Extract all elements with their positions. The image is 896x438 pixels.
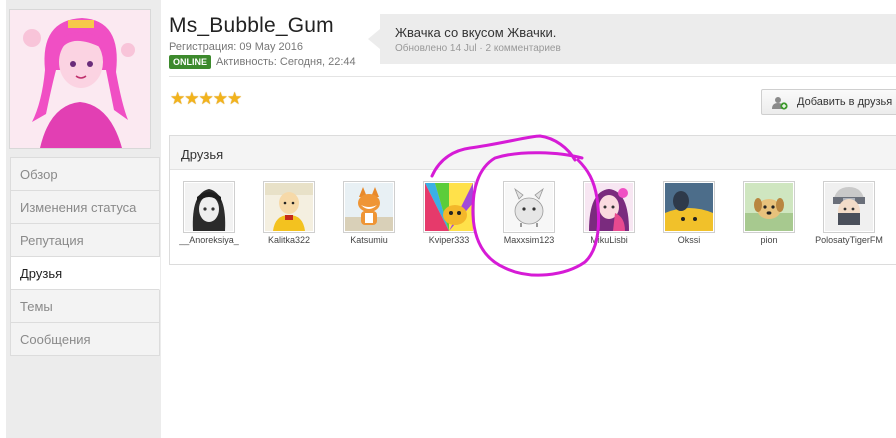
status-meta[interactable]: Обновлено 14 Jul · 2 комментариев [395,43,561,54]
registration-date: Регистрация: 09 May 2016 [169,41,304,53]
friend-name[interactable]: MikuLisbi [569,235,649,245]
friend-item[interactable]: Kalitka322 [249,181,329,245]
star-icon: ★ [184,89,200,108]
friends-panel-title: Друзья [181,147,224,162]
add-user-icon [772,95,788,110]
puppy-avatar-icon[interactable] [743,181,795,233]
masked-ninja-avatar-icon[interactable] [823,181,875,233]
white-creature-avatar-icon[interactable] [503,181,555,233]
nav-item-overview[interactable]: Обзор [10,158,160,191]
friend-name[interactable]: __Anoreksiya_ [169,235,249,245]
status-text: Жвачка со вкусом Жвачки. [395,25,557,40]
friend-name[interactable]: pion [729,235,809,245]
rating-stars: ★★★★★ [170,89,243,109]
add-friend-label: Добавить в друзья [797,96,893,108]
friend-name[interactable]: Okssi [649,235,729,245]
star-icon: ★ [198,89,214,108]
nav-item-reputation[interactable]: Репутация [10,224,160,257]
friend-item[interactable]: Maxxsim123 [489,181,569,245]
friends-panel: Друзья __Anoreksiya_ Kalitka322 Katsumiu [169,135,896,265]
manga-girl-avatar-icon[interactable] [183,181,235,233]
nav-item-friends[interactable]: Друзья [10,257,160,290]
profile-avatar [9,9,151,149]
star-icon: ★ [212,89,228,108]
profile-username: Ms_Bubble_Gum [169,14,334,37]
friend-item[interactable]: Okssi [649,181,729,245]
friend-item[interactable]: Kviper333 [409,181,489,245]
rainbow-dog-avatar-icon[interactable] [423,181,475,233]
status-bubble-arrow [368,29,380,49]
star-icon: ★ [170,89,186,108]
profile-nav: Обзор Изменения статуса Репутация Друзья… [10,157,160,356]
friend-name[interactable]: PolosatyTigerFM [809,235,889,245]
princess-bubblegum-avatar-image [10,10,150,148]
fox-avatar-icon[interactable] [343,181,395,233]
online-badge: ONLINE [169,55,212,69]
star-icon: ★ [227,89,243,108]
friend-item[interactable]: __Anoreksiya_ [169,181,249,245]
friends-panel-header: Друзья [170,136,896,170]
friend-name[interactable]: Katsumiu [329,235,409,245]
nav-item-topics[interactable]: Темы [10,290,160,323]
friend-name[interactable]: Kalitka322 [249,235,329,245]
header-divider [169,76,896,77]
last-activity: Активность: Сегодня, 22:44 [216,56,356,68]
friend-name[interactable]: Kviper333 [409,235,489,245]
add-friend-button[interactable]: Добавить в друзья [761,89,896,115]
nav-item-status-changes[interactable]: Изменения статуса [10,191,160,224]
friend-item[interactable]: Katsumiu [329,181,409,245]
bald-hero-avatar-icon[interactable] [263,181,315,233]
friend-item[interactable]: MikuLisbi [569,181,649,245]
profile-page: Обзор Изменения статуса Репутация Друзья… [0,0,896,438]
nav-item-messages[interactable]: Сообщения [10,323,160,356]
yellow-dog-avatar-icon[interactable] [663,181,715,233]
anime-girl-avatar-icon[interactable] [583,181,635,233]
friend-item[interactable]: pion [729,181,809,245]
friend-item[interactable]: PolosatyTigerFM [809,181,889,245]
friend-name[interactable]: Maxxsim123 [489,235,569,245]
